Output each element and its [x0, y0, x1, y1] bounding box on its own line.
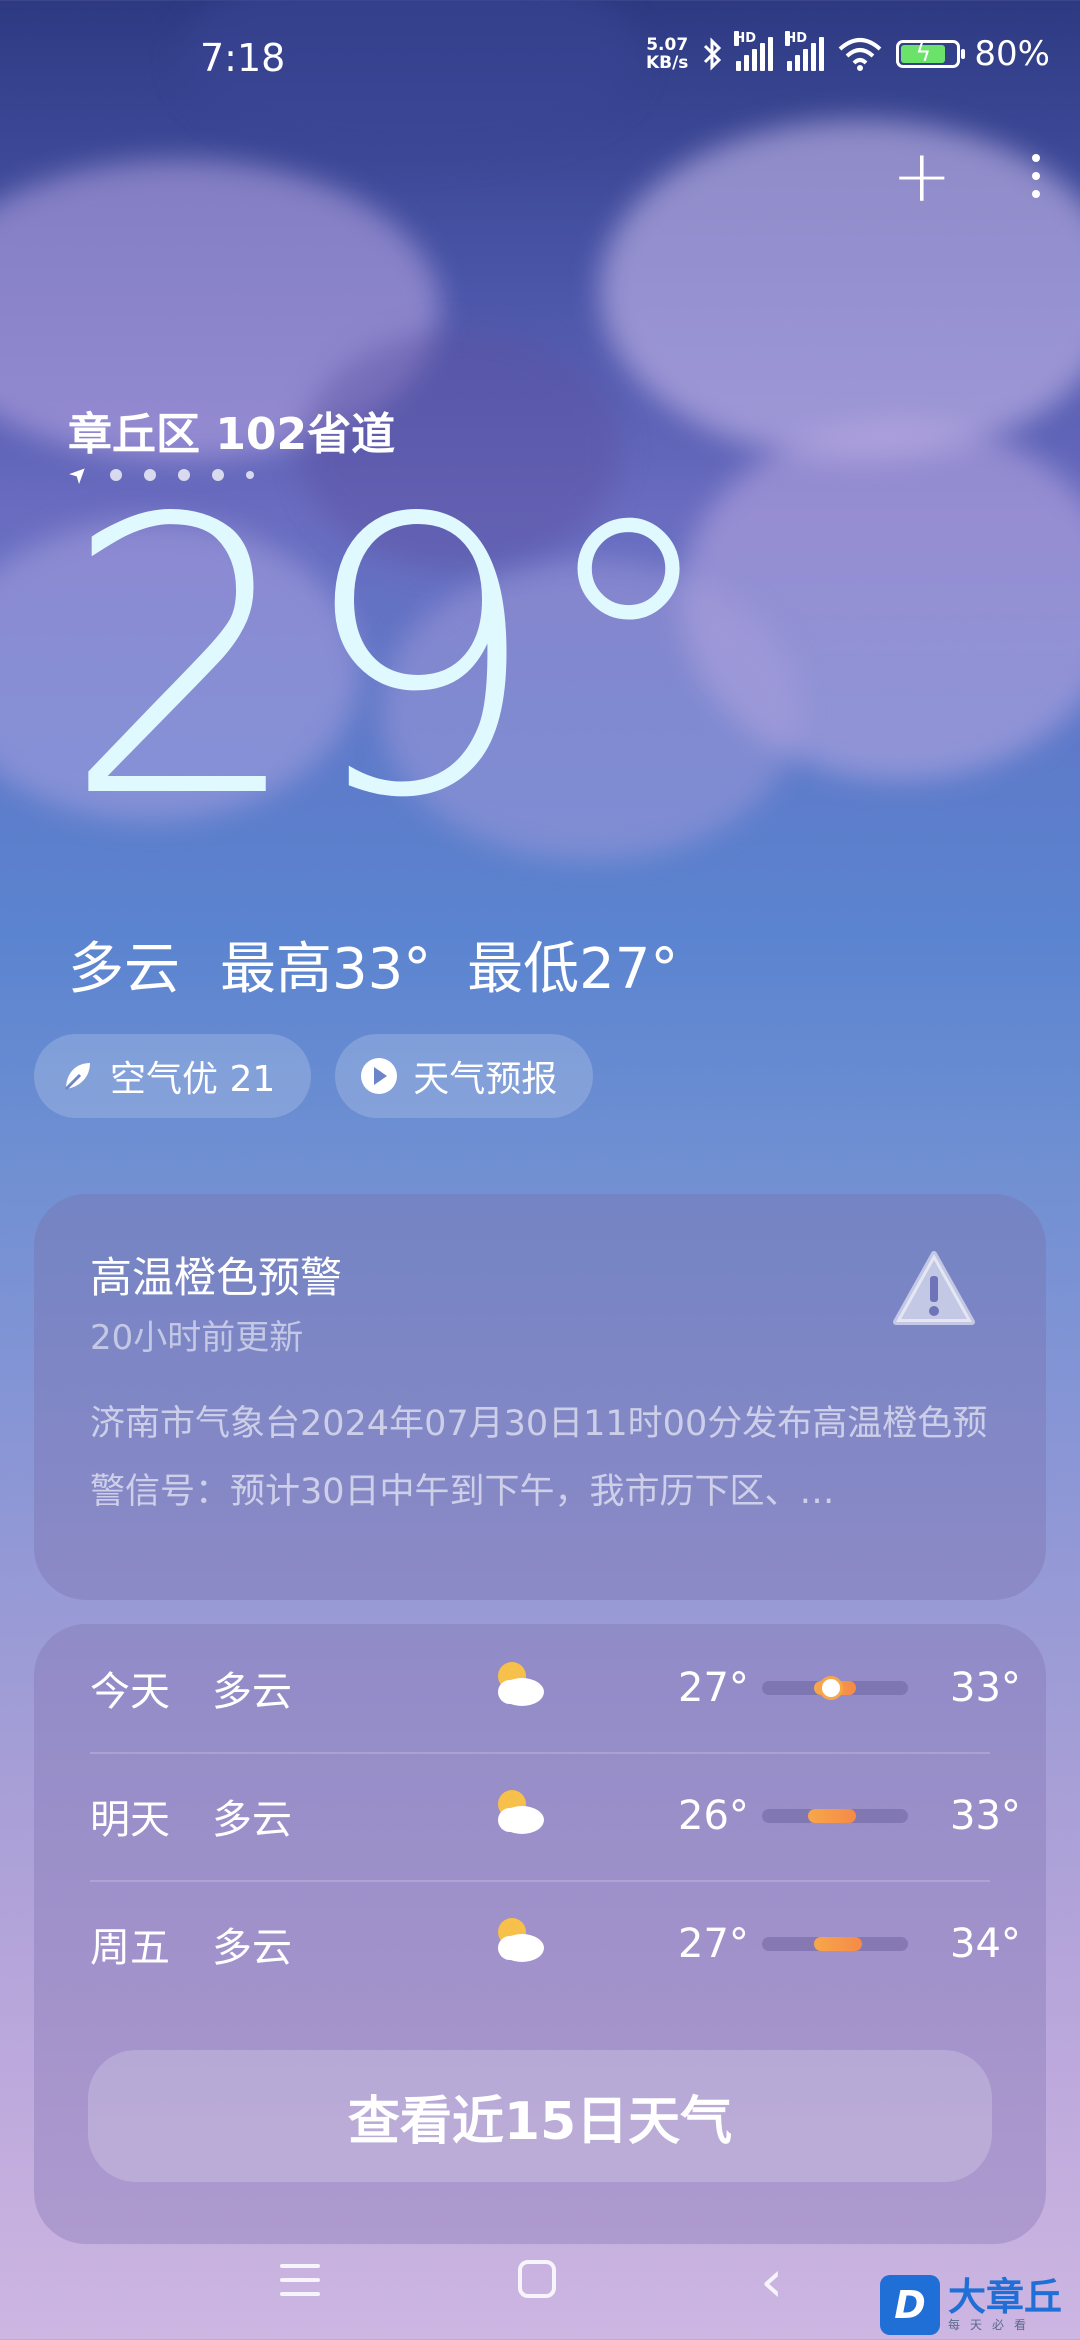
net-speed: 5.07 KB/s	[645, 35, 689, 73]
view-15-day-button[interactable]: 查看近15日天气	[88, 2050, 992, 2182]
wifi-icon	[839, 38, 882, 71]
recent-apps-icon[interactable]	[280, 2264, 320, 2296]
forecast-day: 周五	[90, 1925, 170, 1971]
back-icon[interactable]: ‹	[760, 2252, 783, 2310]
forecast-low: 26°	[678, 1793, 749, 1839]
temp-range-bar	[762, 1679, 908, 1697]
info-chips: 空气优 21 天气预报	[34, 1034, 594, 1118]
warning-updated: 20小时前更新	[90, 1318, 304, 1358]
forecast-high: 34°	[950, 1921, 1021, 1967]
warning-title: 高温橙色预警	[90, 1253, 343, 1302]
current-summary: 多云 最高33° 最低27°	[68, 924, 678, 1005]
forecast-low: 27°	[678, 1921, 749, 1967]
high-low: 最高33° 最低27°	[220, 924, 678, 1005]
row-divider	[90, 1880, 990, 1882]
top-actions: +	[892, 140, 1040, 212]
heat-warning-card[interactable]: 高温橙色预警 20小时前更新 济南市气象台2024年07月30日11时00分发布…	[34, 1194, 1046, 1600]
weather-forecast-chip[interactable]: 天气预报	[335, 1034, 594, 1118]
high-temp: 最高33°	[220, 937, 432, 1002]
signal-icon: HD	[785, 31, 825, 71]
warning-body: 济南市气象台2024年07月30日11时00分发布高温橙色预警信号：预计30日中…	[90, 1404, 988, 1512]
status-icons: 5.07 KB/s HD HD ϟ 80%	[645, 31, 1050, 74]
current-temp-marker	[822, 1679, 840, 1697]
forecast-condition: 多云	[212, 1669, 292, 1715]
current-temperature: 29°	[62, 438, 724, 881]
forecast-condition: 多云	[212, 1797, 292, 1843]
play-icon	[361, 1058, 398, 1094]
forecast-day: 今天	[90, 1669, 170, 1715]
battery-percent: 80%	[974, 34, 1050, 74]
forecast-low: 27°	[678, 1665, 749, 1711]
forecast-high: 33°	[950, 1665, 1021, 1711]
forecast-day: 明天	[90, 1797, 170, 1843]
status-time: 7:18	[200, 36, 286, 80]
forecast-row[interactable]: 周五 多云 27° 34°	[90, 1880, 1021, 2008]
partly-cloudy-icon	[498, 1918, 544, 1962]
status-bar: 7:18 5.07 KB/s HD HD ϟ 80%	[0, 0, 1080, 120]
forecast-condition: 多云	[212, 1925, 292, 1971]
current-condition: 多云	[68, 937, 180, 1002]
temp-range-bar	[762, 1937, 908, 1951]
forecast-row[interactable]: 今天 多云 27° 33°	[90, 1624, 1021, 1752]
warning-icon	[893, 1251, 975, 1325]
low-temp: 最低27°	[467, 937, 679, 1002]
home-icon[interactable]	[518, 2260, 556, 2298]
signal-icon: HD	[734, 31, 774, 71]
forecast-high: 33°	[950, 1793, 1021, 1839]
air-quality-chip[interactable]: 空气优 21	[34, 1034, 312, 1118]
watermark-logo: D	[880, 2275, 940, 2335]
temp-range-bar	[762, 1809, 908, 1823]
forecast-card: 今天 多云 27° 33° 明天 多云 26° 33° 周五 多云 27° 34° 查看近15日天气	[34, 1624, 1046, 2244]
row-divider	[90, 1752, 990, 1754]
partly-cloudy-icon	[498, 1790, 544, 1834]
battery-icon: ϟ	[896, 39, 966, 68]
bluetooth-icon	[704, 37, 722, 71]
leaf-icon	[64, 1063, 90, 1091]
add-city-icon[interactable]: +	[892, 140, 952, 212]
more-options-icon[interactable]	[1032, 154, 1040, 198]
forecast-row[interactable]: 明天 多云 26° 33°	[90, 1752, 1021, 1880]
partly-cloudy-icon	[498, 1662, 544, 1706]
watermark: D 大章丘 每天必看	[880, 2270, 1080, 2340]
watermark-name: 大章丘	[948, 2274, 1063, 2319]
